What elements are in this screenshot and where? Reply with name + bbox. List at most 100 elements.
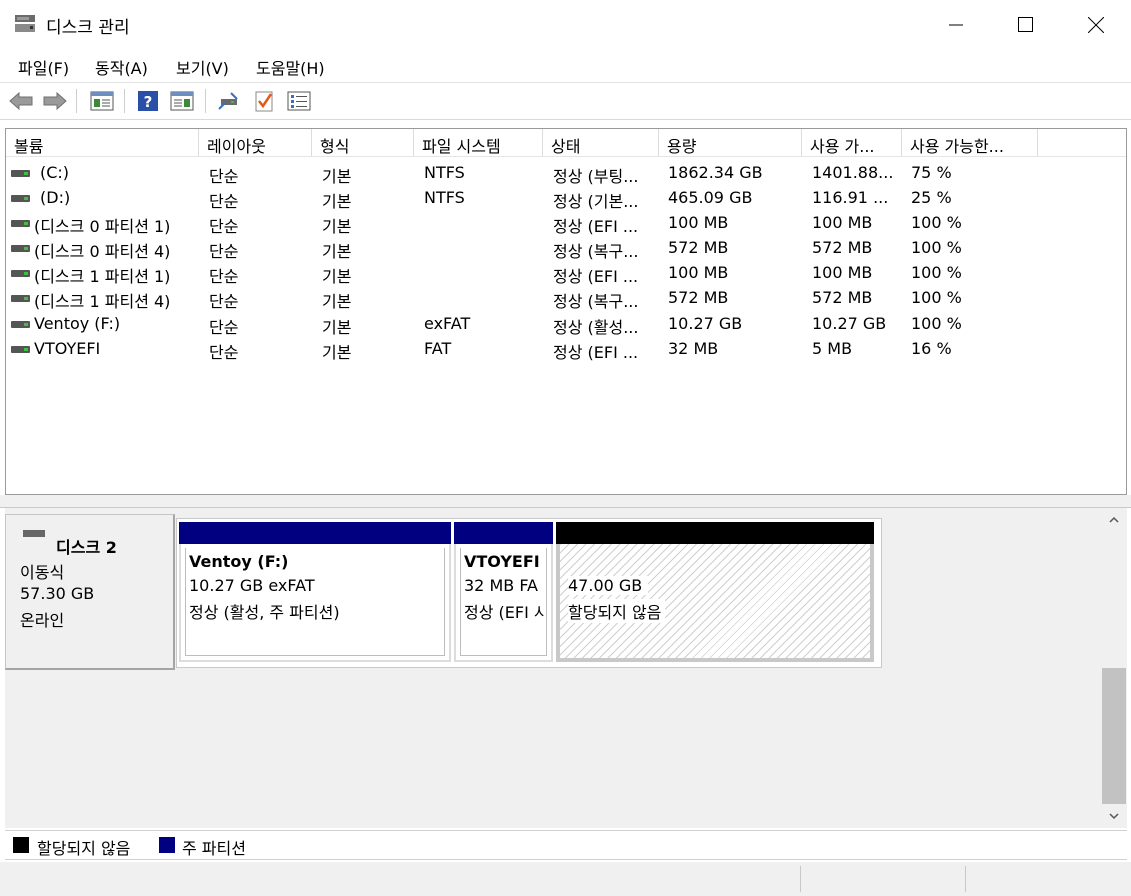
help-button[interactable]: ? [135, 89, 161, 113]
menu-help[interactable]: 도움말(H) [256, 55, 325, 79]
menu-action[interactable]: 동작(A) [95, 55, 148, 79]
volume-free-space: 572 MB [812, 238, 873, 257]
volume-capacity: 572 MB [668, 238, 729, 257]
maximize-button[interactable] [991, 0, 1061, 50]
legend-label-unallocated: 할당되지 않음 [37, 839, 131, 858]
disk-graphical-view: 디스크 2 이동식 57.30 GB 온라인 Ventoy (F:) 10.27… [5, 508, 1101, 828]
volume-row[interactable]: (D:) 단순 기본 NTFS 정상 (기본... 465.09 GB 116.… [6, 185, 1126, 211]
partition-status: 할당되지 않음 [568, 599, 666, 623]
volume-percent-free: 16 % [911, 339, 952, 358]
properties-view-button[interactable] [169, 89, 195, 113]
volume-type: 기본 [322, 192, 352, 211]
volume-capacity: 572 MB [668, 288, 729, 307]
volume-row[interactable]: (디스크 1 파티션 1) 단순 기본 정상 (EFI ... 100 MB 1… [6, 260, 1126, 286]
volume-drive-icon [11, 346, 30, 353]
volume-row[interactable]: (디스크 1 파티션 4) 단순 기본 정상 (복구... 572 MB 572… [6, 285, 1126, 311]
partition-status: 정상 (EFI 시 [464, 603, 545, 622]
menu-file[interactable]: 파일(F) [18, 55, 69, 79]
column-header-status[interactable]: 상태 [543, 129, 659, 156]
removable-disk-icon [23, 530, 45, 537]
disk-state: 온라인 [20, 611, 65, 630]
partition-ventoy[interactable]: Ventoy (F:) 10.27 GB exFAT 정상 (활성, 주 파티션… [179, 544, 451, 662]
volume-drive-icon [11, 170, 30, 177]
column-header-capacity[interactable]: 용량 [659, 129, 802, 156]
volume-status: 정상 (부팅... [553, 167, 639, 186]
volume-status: 정상 (EFI ... [553, 217, 639, 236]
volume-type: 기본 [322, 267, 352, 286]
back-button[interactable] [8, 89, 34, 113]
toolbar: ? [0, 83, 1131, 120]
partition-bar-primary [179, 522, 451, 544]
pane-splitter[interactable] [0, 495, 1131, 508]
vertical-scrollbar[interactable] [1101, 508, 1127, 828]
forward-button[interactable] [42, 89, 68, 113]
volume-row[interactable]: (디스크 0 파티션 4) 단순 기본 정상 (복구... 572 MB 572… [6, 235, 1126, 261]
volume-capacity: 100 MB [668, 213, 729, 232]
show-hide-console-tree-button[interactable] [89, 89, 115, 113]
volume-free-space: 572 MB [812, 288, 873, 307]
volume-capacity: 32 MB [668, 339, 719, 358]
close-button[interactable] [1061, 0, 1131, 50]
volume-percent-free: 100 % [911, 288, 962, 307]
volume-type: 기본 [322, 167, 352, 186]
volume-percent-free: 75 % [911, 163, 952, 182]
forward-arrow-icon [43, 92, 67, 110]
check-button[interactable] [251, 89, 277, 113]
volume-layout: 단순 [209, 192, 239, 211]
partition-title: Ventoy (F:) [189, 552, 289, 571]
partition-bar-unallocated [556, 522, 874, 544]
volume-row[interactable]: VTOYEFI 단순 기본 FAT 정상 (EFI ... 32 MB 5 MB… [6, 336, 1126, 362]
volume-type: 기본 [322, 242, 352, 261]
volume-capacity: 465.09 GB [668, 188, 753, 207]
close-icon [1088, 17, 1104, 33]
volume-layout: 단순 [209, 292, 239, 311]
volume-row[interactable]: (C:) 단순 기본 NTFS 정상 (부팅... 1862.34 GB 140… [6, 160, 1126, 186]
volume-type: 기본 [322, 318, 352, 337]
volume-percent-free: 25 % [911, 188, 952, 207]
minimize-button[interactable] [921, 0, 991, 50]
volume-name: (C:) [40, 163, 70, 182]
column-header-free-space[interactable]: 사용 가... [802, 129, 902, 156]
volume-name: (디스크 0 파티션 4) [34, 242, 171, 261]
volume-list: 볼륨 레이아웃 형식 파일 시스템 상태 용량 사용 가... 사용 가능한..… [5, 128, 1127, 495]
volume-row[interactable]: (디스크 0 파티션 1) 단순 기본 정상 (EFI ... 100 MB 1… [6, 210, 1126, 236]
menu-view[interactable]: 보기(V) [176, 55, 229, 79]
column-header-layout[interactable]: 레이아웃 [199, 129, 312, 156]
disk-management-app-icon [15, 15, 35, 32]
column-header-volume[interactable]: 볼륨 [6, 129, 199, 156]
volume-layout: 단순 [209, 267, 239, 286]
partition-vtoyefi[interactable]: VTOYEFI 32 MB FA 정상 (EFI 시 [454, 544, 553, 662]
menu-bar: 파일(F) 동작(A) 보기(V) 도움말(H) [0, 50, 1131, 83]
disk-kind: 이동식 [20, 563, 65, 582]
volume-percent-free: 100 % [911, 314, 962, 333]
partition-unallocated[interactable]: 47.00 GB 할당되지 않음 [556, 544, 874, 662]
volume-layout: 단순 [209, 343, 239, 362]
list-header: 볼륨 레이아웃 형식 파일 시스템 상태 용량 사용 가... 사용 가능한..… [6, 129, 1126, 157]
list-button[interactable] [286, 89, 312, 113]
volume-capacity: 1862.34 GB [668, 163, 763, 182]
partition-title: VTOYEFI [464, 552, 540, 571]
volume-capacity: 100 MB [668, 263, 729, 282]
scroll-up-icon[interactable] [1109, 516, 1119, 524]
partition-size: 10.27 GB exFAT [189, 576, 315, 595]
column-header-type[interactable]: 형식 [312, 129, 414, 156]
volume-drive-icon [11, 245, 30, 252]
disk-info-panel[interactable]: 디스크 2 이동식 57.30 GB 온라인 [5, 514, 175, 670]
scroll-down-icon[interactable] [1109, 812, 1119, 820]
partition-size: 32 MB FA [464, 576, 538, 595]
column-header-percent-free[interactable]: 사용 가능한... [902, 129, 1038, 156]
volume-name: Ventoy (F:) [34, 314, 121, 333]
column-header-filesystem[interactable]: 파일 시스템 [414, 129, 543, 156]
scroll-thumb[interactable] [1102, 668, 1126, 804]
disk-size: 57.30 GB [20, 584, 95, 603]
volume-filesystem: FAT [424, 339, 452, 358]
partition-size: 47.00 GB [568, 576, 649, 595]
volume-drive-icon [11, 270, 30, 277]
volume-row[interactable]: Ventoy (F:) 단순 기본 exFAT 정상 (활성... 10.27 … [6, 311, 1126, 337]
volume-capacity: 10.27 GB [668, 314, 743, 333]
connect-button[interactable] [216, 89, 242, 113]
volume-free-space: 5 MB [812, 339, 853, 358]
volume-name: (D:) [40, 188, 71, 207]
volume-drive-icon [11, 220, 30, 227]
volume-free-space: 100 MB [812, 213, 873, 232]
